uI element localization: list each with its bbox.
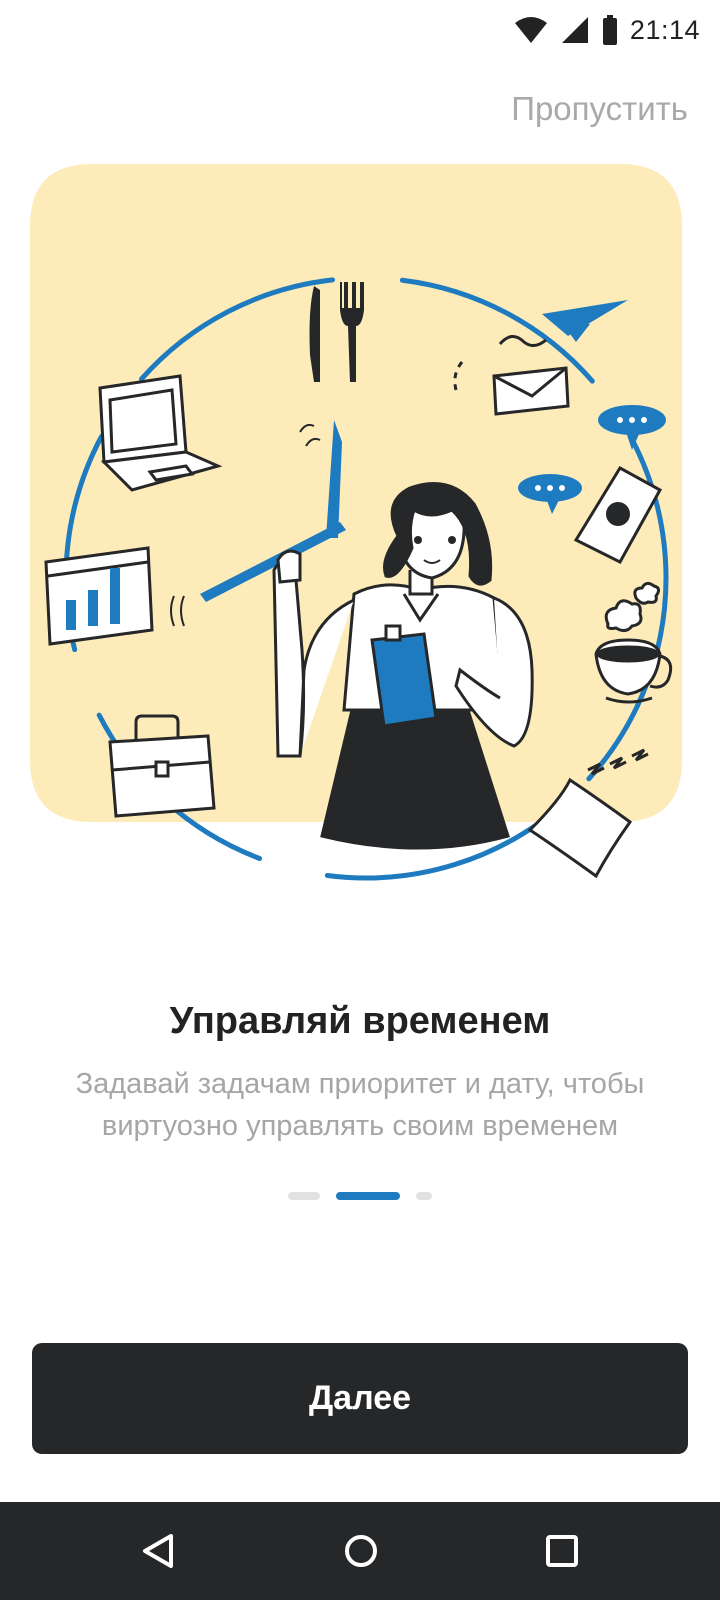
next-button-label: Далее bbox=[308, 1379, 412, 1417]
home-button[interactable] bbox=[336, 1526, 386, 1576]
signal-icon bbox=[561, 17, 588, 43]
chart-icon bbox=[44, 546, 154, 646]
onboarding-subtitle: Задавай задачам приоритет и дату, чтобы … bbox=[40, 1063, 680, 1147]
subtitle-line-1: Задавай задачам приоритет и дату, чтобы bbox=[75, 1068, 645, 1100]
status-time: 21:14 bbox=[629, 14, 700, 45]
onboarding-title: Управляй временем bbox=[169, 1000, 551, 1042]
back-icon bbox=[143, 1534, 173, 1568]
onboarding-illustration bbox=[30, 164, 682, 881]
skip-button[interactable]: Пропустить bbox=[511, 90, 688, 128]
back-button[interactable] bbox=[133, 1526, 183, 1576]
recents-icon bbox=[546, 1535, 578, 1567]
page-indicator bbox=[0, 1192, 720, 1200]
home-icon bbox=[345, 1535, 377, 1567]
battery-icon bbox=[602, 15, 617, 45]
status-bar: 21:14 bbox=[0, 0, 720, 60]
next-button[interactable]: Далее bbox=[32, 1343, 688, 1454]
page-dot bbox=[416, 1192, 432, 1200]
wifi-icon bbox=[514, 17, 547, 43]
recents-button[interactable] bbox=[537, 1526, 587, 1576]
subtitle-line-2: виртуозно управлять своим временем bbox=[101, 1110, 619, 1142]
navigation-bar bbox=[0, 1502, 720, 1600]
page-dot bbox=[288, 1192, 320, 1200]
page-dot-active bbox=[336, 1192, 400, 1200]
